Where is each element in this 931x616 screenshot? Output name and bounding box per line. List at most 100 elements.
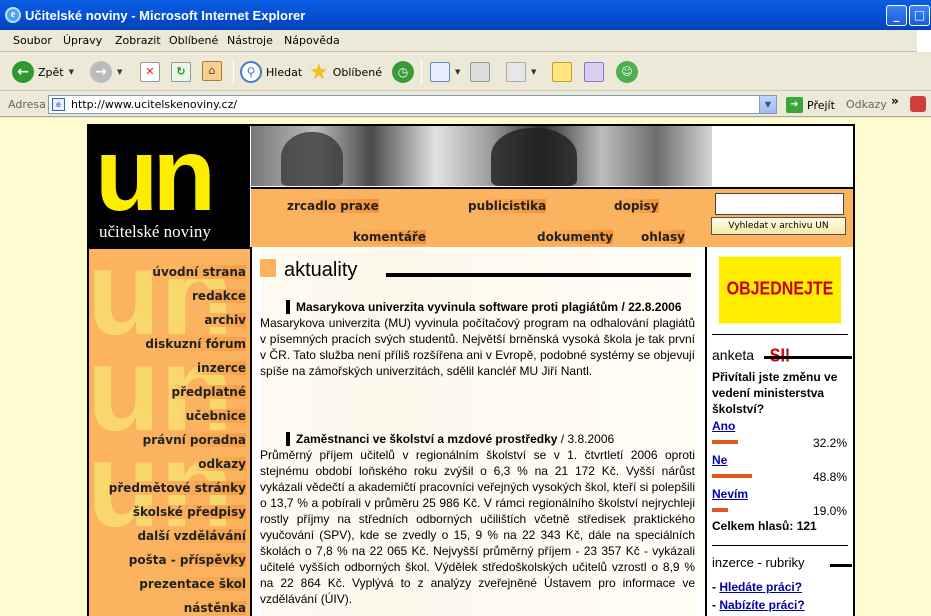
edit-button[interactable]: ▼ — [506, 62, 536, 82]
forward-button[interactable]: → ▼ — [90, 61, 122, 83]
sidebar-item-archiv[interactable]: archiv — [198, 313, 246, 327]
sidebar-item-odkazy[interactable]: odkazy — [192, 457, 246, 471]
printer-icon — [470, 62, 490, 82]
nav-item-dopisy[interactable]: dopisy — [614, 199, 659, 213]
order-banner[interactable]: OBJEDNEJTE SI! — [719, 256, 841, 366]
poll-header: anketa — [712, 347, 852, 363]
discuss-button[interactable] — [552, 62, 572, 82]
menu-file[interactable]: Soubor — [13, 34, 52, 47]
ie-logo-icon: e — [5, 7, 21, 23]
poll-question: Přivítali jste změnu ve vedení ministers… — [712, 370, 838, 416]
poll-total: Celkem hlasů: 121 — [712, 519, 817, 533]
top-nav: zrcadlo praxe publicistika dopisy koment… — [251, 187, 853, 247]
article-headline[interactable]: Zaměstnanci ve školství a mzdové prostře… — [286, 432, 558, 446]
sidebar-item-ucebnice[interactable]: učebnice — [179, 409, 246, 423]
mail-button[interactable]: ▼ — [430, 62, 460, 82]
history-clock-icon: ◷ — [392, 61, 414, 83]
sidebar-item-prezentace-skol[interactable]: prezentace škol — [133, 577, 246, 591]
address-url[interactable]: http://www.ucitelskenoviny.cz/ — [71, 98, 237, 111]
edit-icon — [506, 62, 526, 82]
ads-link-job-seek[interactable]: Hledáte práci? — [719, 580, 802, 594]
stop-button[interactable]: ✕ — [140, 62, 160, 82]
sidebar-item-inzerce[interactable]: inzerce — [191, 361, 246, 375]
ads-rule — [830, 564, 852, 567]
address-input[interactable]: e http://www.ucitelskenoviny.cz/ ▼ — [48, 95, 777, 114]
nav-item-dokumenty[interactable]: dokumenty — [537, 230, 614, 244]
archive-search-input[interactable] — [715, 193, 844, 215]
chevron-down-icon[interactable]: ▼ — [69, 68, 74, 76]
messenger-button[interactable]: ☺ — [616, 61, 638, 83]
article-headline[interactable]: Masarykova univerzita vyvinula software … — [286, 300, 619, 314]
poll-bar — [712, 440, 738, 444]
favorites-label: Oblíbené — [332, 66, 382, 79]
nav-item-publicistika[interactable]: publicistika — [468, 199, 547, 213]
photo-figure — [491, 128, 577, 186]
ads-link-item: - Nabízíte práci? — [712, 598, 805, 612]
section-title: aktuality — [284, 259, 358, 281]
sidebar-item-uvodni-strana[interactable]: úvodní strana — [146, 265, 246, 279]
sidebar-item-predplatne[interactable]: předplatné — [165, 385, 246, 399]
address-label: Adresa — [8, 98, 46, 111]
search-button[interactable]: ⚲ Hledat — [240, 61, 302, 83]
sidebar-item-predmetove-stranky[interactable]: předmětové stránky — [102, 481, 246, 495]
refresh-button[interactable]: ↻ — [171, 62, 191, 82]
menu-tools[interactable]: Nástroje — [227, 34, 273, 47]
menu-help[interactable]: Nápověda — [284, 34, 340, 47]
sidebar-item-posta-prispevky[interactable]: pošta - příspěvky — [122, 553, 246, 567]
sidebar: ununun úvodní strana redakce archiv disk… — [89, 247, 250, 616]
home-icon: ⌂ — [202, 61, 222, 81]
toolbar-extension-icon[interactable] — [910, 96, 926, 112]
research-button[interactable] — [584, 62, 604, 82]
window-title: Učitelské noviny - Microsoft Internet Ex… — [25, 8, 306, 23]
ads-title: inzerce - rubriky — [712, 555, 805, 570]
chevron-right-icon[interactable]: » — [891, 94, 899, 108]
history-button[interactable]: ◷ — [392, 61, 414, 83]
minimize-button[interactable]: _ — [886, 5, 907, 26]
menu-favorites[interactable]: Oblíbené — [169, 34, 218, 47]
chevron-down-icon[interactable]: ▼ — [117, 68, 122, 76]
poll-title: anketa — [712, 347, 755, 363]
section-rule — [386, 273, 691, 277]
nav-item-komentare[interactable]: komentáře — [353, 230, 426, 244]
refresh-icon: ↻ — [171, 62, 191, 82]
ads-link-job-offer[interactable]: Nabízíte práci? — [719, 598, 804, 612]
poll-bar — [712, 474, 752, 478]
sidebar-item-pravni-poradna[interactable]: právní poradna — [136, 433, 246, 447]
main-content: aktuality Masarykova univerzita vyvinula… — [252, 249, 705, 616]
sidebar-item-redakce[interactable]: redakce — [186, 289, 246, 303]
address-bar: Adresa e http://www.ucitelskenoviny.cz/ … — [0, 92, 931, 117]
section-marker — [260, 259, 276, 277]
page-viewport: un učitelské noviny zrcadlo praxe public… — [0, 118, 931, 616]
print-button[interactable] — [470, 62, 490, 82]
windows-logo-icon — [917, 30, 931, 52]
go-button[interactable]: ➜ Přejít — [782, 97, 835, 113]
links-label[interactable]: Odkazy — [846, 98, 887, 111]
menu-view[interactable]: Zobrazit — [115, 34, 161, 47]
archive-search-button[interactable]: Vyhledat v archivu UN — [711, 217, 846, 235]
poll-option-ano[interactable]: Ano — [712, 419, 735, 433]
site-logo[interactable]: un učitelské noviny — [89, 120, 250, 247]
sidebar-item-skolske-predpisy[interactable]: školské předpisy — [126, 505, 246, 519]
forward-arrow-icon: → — [90, 61, 112, 83]
poll-rule — [764, 356, 852, 359]
ads-link-item: - Hledáte práci? — [712, 580, 803, 594]
poll-option-nevim[interactable]: Nevím — [712, 487, 748, 501]
back-button[interactable]: ← Zpět ▼ — [12, 61, 74, 83]
go-arrow-icon: ➜ — [786, 97, 803, 113]
chevron-down-icon[interactable]: ▼ — [531, 68, 536, 76]
sidebar-item-diskuzni-forum[interactable]: diskuzní fórum — [139, 337, 246, 351]
menu-edit[interactable]: Úpravy — [63, 34, 102, 47]
divider — [712, 545, 848, 546]
chevron-down-icon[interactable]: ▼ — [455, 68, 460, 76]
sidebar-item-nastenka[interactable]: nástěnka — [177, 601, 246, 615]
nav-item-zrcadlo-praxe[interactable]: zrcadlo praxe — [287, 199, 379, 213]
nav-item-ohlasy[interactable]: ohlasy — [641, 230, 685, 244]
maximize-button[interactable]: □ — [909, 5, 930, 26]
chevron-down-icon[interactable]: ▼ — [759, 96, 776, 113]
poll-option-ne[interactable]: Ne — [712, 453, 727, 467]
home-button[interactable]: ⌂ — [202, 61, 222, 81]
sidebar-item-dalsi-vzdelavani[interactable]: další vzdělávání — [131, 529, 246, 543]
magnifier-icon: ⚲ — [240, 61, 262, 83]
favorites-button[interactable]: ★ Oblíbené — [309, 60, 382, 85]
mail-icon — [430, 62, 450, 82]
